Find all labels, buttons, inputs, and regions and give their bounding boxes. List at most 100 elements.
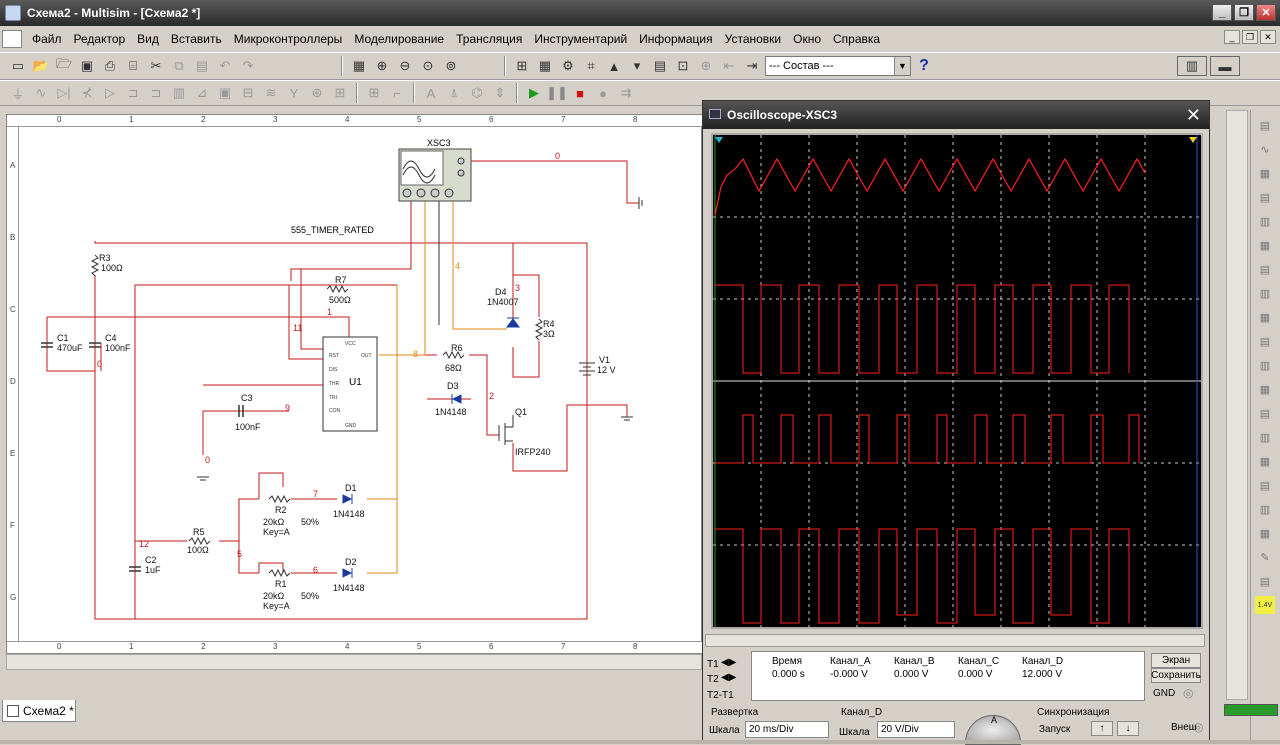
back-annotate-icon[interactable]: ⇤	[719, 56, 739, 76]
analysis-icon[interactable]: ▾	[627, 56, 647, 76]
menu-edit[interactable]: Редактор	[68, 32, 132, 46]
menu-transfer[interactable]: Трансляция	[450, 32, 528, 46]
step-icon[interactable]: ●	[593, 83, 613, 103]
cut-icon[interactable]: ✂	[146, 56, 166, 76]
database-icon[interactable]: ⚙	[558, 56, 578, 76]
t2-arrows-icon[interactable]: ◀▶	[721, 672, 736, 683]
zoom-area-icon[interactable]: ⊙	[418, 56, 438, 76]
zoom-out-icon[interactable]: ⊖	[395, 56, 415, 76]
rf-icon[interactable]: Y	[284, 83, 304, 103]
multimeter-icon[interactable]: ▤	[1255, 116, 1275, 134]
agilent-generator-icon[interactable]: ▦	[1255, 452, 1275, 470]
diode-icon[interactable]: ▷|	[54, 83, 74, 103]
breadboard-icon[interactable]: ▥	[1177, 56, 1207, 76]
save-data-button[interactable]: Сохранить	[1151, 668, 1201, 683]
menu-tools[interactable]: Инструментарий	[528, 32, 633, 46]
open-icon[interactable]: 📂	[31, 56, 51, 76]
tektronix-scope-icon[interactable]: ▦	[1255, 524, 1275, 542]
zoom-fit-icon[interactable]: ⊚	[441, 56, 461, 76]
mdi-restore-button[interactable]: ❐	[1242, 30, 1258, 44]
menu-insert[interactable]: Вставить	[165, 32, 228, 46]
t1-arrows-icon[interactable]: ◀▶	[721, 657, 736, 668]
oscilloscope-icon[interactable]: ▤	[1255, 188, 1275, 206]
redo-icon[interactable]: ↷	[238, 56, 258, 76]
print-preview-icon[interactable]: ⌸	[123, 56, 143, 76]
labview-icon[interactable]: ▤	[1255, 572, 1275, 590]
undo-icon[interactable]: ↶	[215, 56, 235, 76]
oscilloscope-window[interactable]: Oscilloscope-XSC3 ✕ T1 ◀▶ T2 ◀▶ T2-T1 Вр…	[702, 100, 1210, 745]
channel-d-scale-field[interactable]: 20 V/Div	[877, 721, 955, 738]
probe-icon[interactable]: ⍋	[444, 83, 464, 103]
zoom-in-icon[interactable]: ⊕	[372, 56, 392, 76]
power-icon[interactable]: ⊟	[238, 83, 258, 103]
mdi-minimize-button[interactable]: _	[1224, 30, 1240, 44]
basic-icon[interactable]: ∿	[31, 83, 51, 103]
current-probe-icon[interactable]: 1.4V	[1255, 596, 1275, 614]
ladder-icon[interactable]: ⊞	[330, 83, 350, 103]
network-analyzer-icon[interactable]: ▥	[1255, 428, 1275, 446]
mixed-icon[interactable]: ⊿	[192, 83, 212, 103]
pause-icon[interactable]: ❚❚	[546, 83, 568, 103]
iv-analyzer-icon[interactable]: ▥	[1255, 356, 1275, 374]
erc-icon[interactable]: ⊡	[673, 56, 693, 76]
frequency-counter-icon[interactable]: ▤	[1255, 260, 1275, 278]
ttl-icon[interactable]: ⊐	[123, 83, 143, 103]
menu-window[interactable]: Окно	[787, 32, 827, 46]
cmos-icon[interactable]: ⊐	[146, 83, 166, 103]
agilent-scope-icon[interactable]: ▥	[1255, 500, 1275, 518]
canvas-vertical-scrollbar[interactable]	[1226, 110, 1248, 700]
oscilloscope-titlebar[interactable]: Oscilloscope-XSC3 ✕	[703, 101, 1209, 129]
menu-file[interactable]: Файл	[26, 32, 68, 46]
minimize-button[interactable]: _	[1212, 4, 1232, 21]
marker-icon[interactable]: ⇕	[490, 83, 510, 103]
mcu-icon[interactable]: ▥	[169, 83, 189, 103]
document-icon[interactable]	[2, 30, 22, 48]
graph-icon[interactable]: ⌬	[467, 83, 487, 103]
gnd-terminal-icon[interactable]: ◎	[1183, 686, 1193, 700]
menu-reports[interactable]: Информация	[633, 32, 718, 46]
menu-simulate[interactable]: Моделирование	[348, 32, 450, 46]
bode-plotter-icon[interactable]: ▦	[1255, 236, 1275, 254]
oscilloscope-scrollbar[interactable]	[705, 634, 1205, 647]
print-icon[interactable]: ⎙	[100, 56, 120, 76]
logic-converter-icon[interactable]: ▤	[1255, 332, 1275, 350]
run-icon[interactable]: ▶	[524, 83, 544, 103]
four-channel-scope-icon[interactable]: ▥	[1255, 212, 1275, 230]
copy-icon[interactable]: ⧉	[169, 56, 189, 76]
step-over-icon[interactable]: ⇉	[616, 83, 636, 103]
analog-icon[interactable]: ▷	[100, 83, 120, 103]
close-icon[interactable]: ✕	[1186, 105, 1201, 126]
menu-help[interactable]: Справка	[827, 32, 886, 46]
fullscreen-icon[interactable]: ▦	[349, 56, 369, 76]
menu-view[interactable]: Вид	[131, 32, 165, 46]
close-button[interactable]: ✕	[1256, 4, 1276, 21]
external-trigger-terminal-icon[interactable]: ◎	[1193, 720, 1203, 734]
canvas-horizontal-scrollbar[interactable]	[6, 654, 702, 670]
hierarchy-icon[interactable]: ⊞	[512, 56, 532, 76]
postprocessor-icon[interactable]: ▤	[650, 56, 670, 76]
rising-edge-button[interactable]: ↑	[1091, 721, 1113, 736]
paste-icon[interactable]: ▤	[192, 56, 212, 76]
distortion-analyzer-icon[interactable]: ▦	[1255, 380, 1275, 398]
forward-annotate-icon[interactable]: ⇥	[742, 56, 762, 76]
spectrum-analyzer-icon[interactable]: ▤	[1255, 404, 1275, 422]
misc-icon[interactable]: ≋	[261, 83, 281, 103]
grapher-icon[interactable]: ▲	[604, 56, 624, 76]
new-icon[interactable]: ▭	[8, 56, 28, 76]
electromechanical-icon[interactable]: ⊛	[307, 83, 327, 103]
chevron-down-icon[interactable]: ▼	[894, 57, 910, 75]
hierarchical-block-icon[interactable]: ⊞	[364, 83, 384, 103]
menu-options[interactable]: Установки	[719, 32, 787, 46]
open-folder-icon[interactable]: 🗁	[54, 56, 74, 76]
agilent-multimeter-icon[interactable]: ▤	[1255, 476, 1275, 494]
bus-icon[interactable]: ⌐	[387, 83, 407, 103]
word-generator-icon[interactable]: ▥	[1255, 284, 1275, 302]
wattmeter-icon[interactable]: ▦	[1255, 164, 1275, 182]
mdi-close-button[interactable]: ✕	[1260, 30, 1276, 44]
logic-analyzer-icon[interactable]: ▦	[1255, 308, 1275, 326]
menu-mcu[interactable]: Микроконтроллеры	[228, 32, 349, 46]
instrument-panel-icon[interactable]: ▬	[1210, 56, 1240, 76]
stop-icon[interactable]: ■	[570, 83, 590, 103]
source-icon[interactable]: ⏚	[8, 83, 28, 103]
transistor-icon[interactable]: ⊀	[77, 83, 97, 103]
